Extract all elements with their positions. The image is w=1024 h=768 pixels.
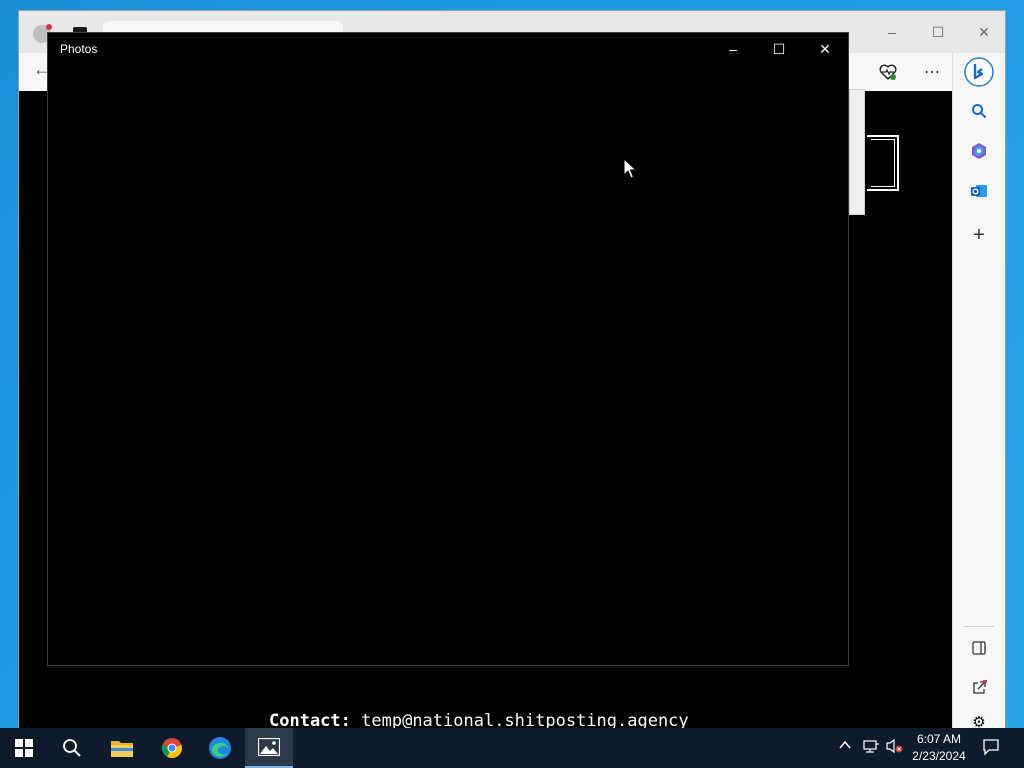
edge-icon[interactable] <box>196 728 244 768</box>
outlook-icon[interactable] <box>967 179 991 203</box>
photos-close-button[interactable]: ✕ <box>802 33 848 65</box>
browser-minimize-button[interactable]: – <box>877 21 907 43</box>
sidebar-divider <box>964 626 994 627</box>
file-explorer-icon[interactable] <box>98 728 146 768</box>
network-icon[interactable] <box>862 738 880 757</box>
photos-window-title: Photos <box>60 42 98 56</box>
search-icon[interactable] <box>967 99 991 123</box>
external-link-icon[interactable] <box>967 676 991 700</box>
search-icon[interactable] <box>48 728 96 768</box>
settings-gear-icon[interactable]: ⚙ <box>967 715 991 729</box>
copilot-icon[interactable] <box>964 57 994 87</box>
browser-maximize-button[interactable]: ☐ <box>923 21 953 43</box>
add-sidebar-item-icon[interactable]: + <box>967 223 991 247</box>
photos-minimize-button[interactable]: – <box>710 33 756 65</box>
microsoft365-icon[interactable] <box>967 139 991 163</box>
browser-flyout-panel <box>849 89 865 215</box>
more-options-icon[interactable]: ⋯ <box>920 60 944 84</box>
browser-close-button[interactable]: ✕ <box>969 21 999 43</box>
photo-viewer-canvas[interactable] <box>48 65 848 665</box>
chrome-icon[interactable] <box>148 728 196 768</box>
profile-notification-dot <box>46 24 52 30</box>
system-clock[interactable]: 6:07 AM 2/23/2024 <box>906 731 972 765</box>
action-center-icon[interactable] <box>982 738 1000 759</box>
windows-taskbar: 6:07 AM 2/23/2024 <box>0 728 1024 768</box>
photos-maximize-button[interactable]: ☐ <box>756 33 802 65</box>
mouse-cursor-icon <box>623 157 638 185</box>
browser-essentials-icon[interactable] <box>876 60 900 84</box>
page-graphic-bracket-inner <box>871 139 895 187</box>
start-icon[interactable] <box>0 728 48 768</box>
photos-window: Photos – ☐ ✕ <box>47 32 849 666</box>
show-hidden-icons-chevron-icon[interactable] <box>838 738 852 755</box>
photos-icon[interactable] <box>245 728 293 768</box>
clock-date: 2/23/2024 <box>912 749 966 763</box>
volume-muted-icon[interactable] <box>886 738 904 757</box>
hide-sidebar-icon[interactable] <box>967 636 991 660</box>
clock-time: 6:07 AM <box>916 732 962 746</box>
